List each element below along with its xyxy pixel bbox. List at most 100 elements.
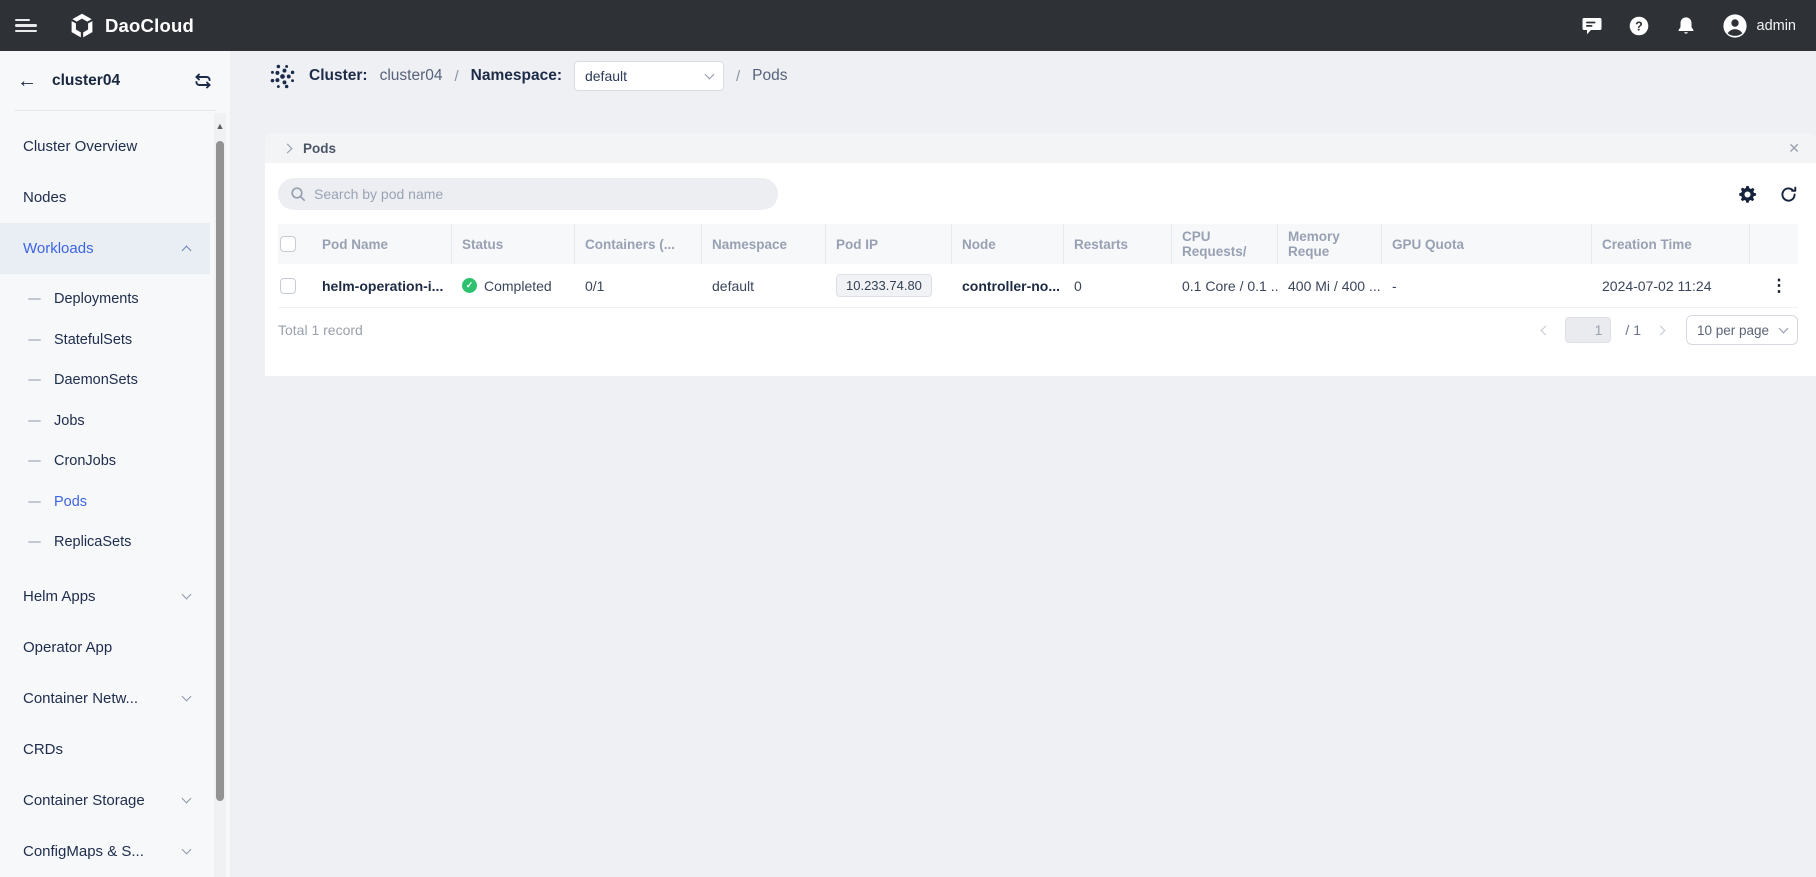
brand-logo[interactable]: DaoCloud	[67, 11, 194, 41]
sidebar-item-label: Operator App	[23, 639, 112, 656]
col-header-restarts[interactable]: Restarts	[1064, 224, 1172, 264]
sidebar-scrollbar[interactable]: ▲	[214, 113, 226, 877]
sidebar-item-cluster-overview[interactable]: Cluster Overview	[0, 121, 210, 172]
col-header-containers[interactable]: Containers (...	[575, 224, 702, 264]
col-header-pod-ip[interactable]: Pod IP	[826, 224, 952, 264]
sidebar-item-label: CronJobs	[54, 453, 116, 469]
sidebar-item-workloads[interactable]: Workloads	[0, 223, 210, 274]
sidebar-item-operator-app[interactable]: Operator App	[0, 622, 210, 673]
sidebar-item-label: Nodes	[23, 189, 66, 206]
scrollbar-thumb[interactable]	[216, 141, 224, 801]
sidebar-item-container-network[interactable]: Container Netw...	[0, 673, 210, 724]
breadcrumb: Cluster: cluster04 / Namespace: default …	[268, 60, 788, 92]
chevron-down-icon	[182, 691, 192, 701]
message-icon[interactable]	[1581, 15, 1603, 37]
col-header-cpu[interactable]: CPU Requests/	[1172, 224, 1278, 264]
switch-cluster-icon[interactable]	[193, 71, 213, 91]
col-header-node[interactable]: Node	[952, 224, 1064, 264]
col-header-gpu-quota[interactable]: GPU Quota	[1382, 224, 1592, 264]
username-label: admin	[1757, 18, 1797, 34]
col-header-namespace[interactable]: Namespace	[702, 224, 826, 264]
sidebar-item-jobs[interactable]: Jobs	[0, 401, 210, 442]
page-number-input[interactable]: 1	[1565, 317, 1611, 343]
chevron-down-icon	[182, 589, 192, 599]
prev-page-icon[interactable]	[1540, 325, 1551, 336]
user-menu[interactable]: admin	[1722, 13, 1797, 39]
cell-pod-ip: 10.233.74.80	[826, 274, 952, 297]
cell-gpu-quota: -	[1382, 278, 1592, 294]
status-text: Completed	[484, 278, 552, 294]
cluster-label: Cluster:	[309, 67, 368, 85]
row-checkbox[interactable]	[280, 278, 296, 294]
dash-icon	[28, 501, 41, 503]
page-count-label: / 1	[1625, 322, 1641, 338]
sidebar-item-container-storage[interactable]: Container Storage	[0, 775, 210, 826]
sidebar-item-deployments[interactable]: Deployments	[0, 279, 210, 320]
sidebar-item-cronjobs[interactable]: CronJobs	[0, 441, 210, 482]
refresh-icon[interactable]	[1779, 185, 1798, 204]
cell-pod-name[interactable]: helm-operation-i...	[312, 278, 452, 294]
chevron-down-icon	[1779, 323, 1789, 333]
sidebar-item-label: CRDs	[23, 741, 63, 758]
row-actions-kebab-icon[interactable]: ⋮	[1771, 276, 1788, 296]
page-size-select[interactable]: 10 per page	[1686, 315, 1798, 345]
sidebar-item-helm-apps[interactable]: Helm Apps	[0, 571, 210, 622]
sidebar-item-label: Deployments	[54, 291, 139, 307]
sidebar-item-label: Container Storage	[23, 792, 145, 809]
next-page-icon[interactable]	[1655, 325, 1666, 336]
col-header-status[interactable]: Status	[452, 224, 575, 264]
back-arrow-icon[interactable]: ←	[17, 71, 37, 91]
cluster-sidebar: ← cluster04 Cluster Overview Nodes Workl…	[0, 51, 230, 877]
status-completed-icon: ✓	[462, 278, 477, 293]
sidebar-item-nodes[interactable]: Nodes	[0, 172, 210, 223]
sidebar-item-label: ReplicaSets	[54, 534, 131, 550]
sidebar-item-label: Workloads	[23, 240, 94, 257]
scrollbar-up-arrow-icon[interactable]: ▲	[214, 113, 226, 139]
sidebar-nav: Cluster Overview Nodes Workloads Deploym…	[0, 111, 230, 877]
collapse-chevron-icon[interactable]	[283, 143, 293, 153]
sidebar-item-label: ConfigMaps & S...	[23, 843, 144, 860]
search-icon	[290, 186, 306, 202]
chevron-up-icon	[182, 246, 192, 256]
breadcrumb-page: Pods	[752, 67, 787, 85]
search-input[interactable]	[314, 186, 766, 202]
breadcrumb-separator: /	[454, 68, 458, 85]
dash-icon	[28, 541, 41, 543]
cell-cpu: 0.1 Core / 0.1 ...	[1172, 278, 1278, 294]
cluster-value[interactable]: cluster04	[380, 67, 443, 85]
chevron-down-icon	[182, 844, 192, 854]
brand-name: DaoCloud	[105, 15, 194, 37]
sidebar-item-pods[interactable]: Pods	[0, 482, 210, 523]
col-header-creation-time[interactable]: Creation Time	[1592, 224, 1750, 264]
sidebar-item-statefulsets[interactable]: StatefulSets	[0, 320, 210, 361]
cell-memory: 400 Mi / 400 ...	[1278, 278, 1382, 294]
dash-icon	[28, 298, 41, 300]
namespace-selected-value: default	[585, 68, 627, 84]
dash-icon	[28, 460, 41, 462]
sidebar-item-daemonsets[interactable]: DaemonSets	[0, 360, 210, 401]
namespace-select[interactable]: default	[574, 61, 724, 91]
pod-ip-chip[interactable]: 10.233.74.80	[836, 274, 932, 297]
sidebar-cluster-name: cluster04	[52, 72, 120, 90]
help-icon[interactable]: ?	[1628, 15, 1650, 37]
cell-creation-time: 2024-07-02 11:24	[1592, 278, 1750, 294]
notification-bell-icon[interactable]	[1675, 15, 1697, 37]
col-header-memory[interactable]: Memory Reque	[1278, 224, 1382, 264]
select-all-checkbox[interactable]	[280, 236, 296, 252]
cell-node[interactable]: controller-no...	[952, 278, 1064, 294]
table-row[interactable]: helm-operation-i... ✓Completed 0/1 defau…	[278, 264, 1798, 308]
cluster-dots-icon	[268, 62, 297, 91]
settings-gear-icon[interactable]	[1738, 185, 1757, 204]
pods-table: Pod Name Status Containers (... Namespac…	[278, 224, 1798, 308]
close-icon[interactable]: ✕	[1788, 141, 1800, 155]
sidebar-item-replicasets[interactable]: ReplicaSets	[0, 522, 210, 563]
hamburger-menu-icon[interactable]	[15, 16, 39, 36]
top-bar: DaoCloud ? admin	[0, 0, 1816, 51]
search-box[interactable]	[278, 178, 778, 210]
sidebar-item-label: Container Netw...	[23, 690, 138, 707]
sidebar-item-configmaps-secrets[interactable]: ConfigMaps & S...	[0, 826, 210, 877]
col-header-pod-name[interactable]: Pod Name	[312, 224, 452, 264]
sidebar-item-crds[interactable]: CRDs	[0, 724, 210, 775]
section-title: Pods	[303, 141, 336, 156]
sidebar-item-label: Helm Apps	[23, 588, 96, 605]
